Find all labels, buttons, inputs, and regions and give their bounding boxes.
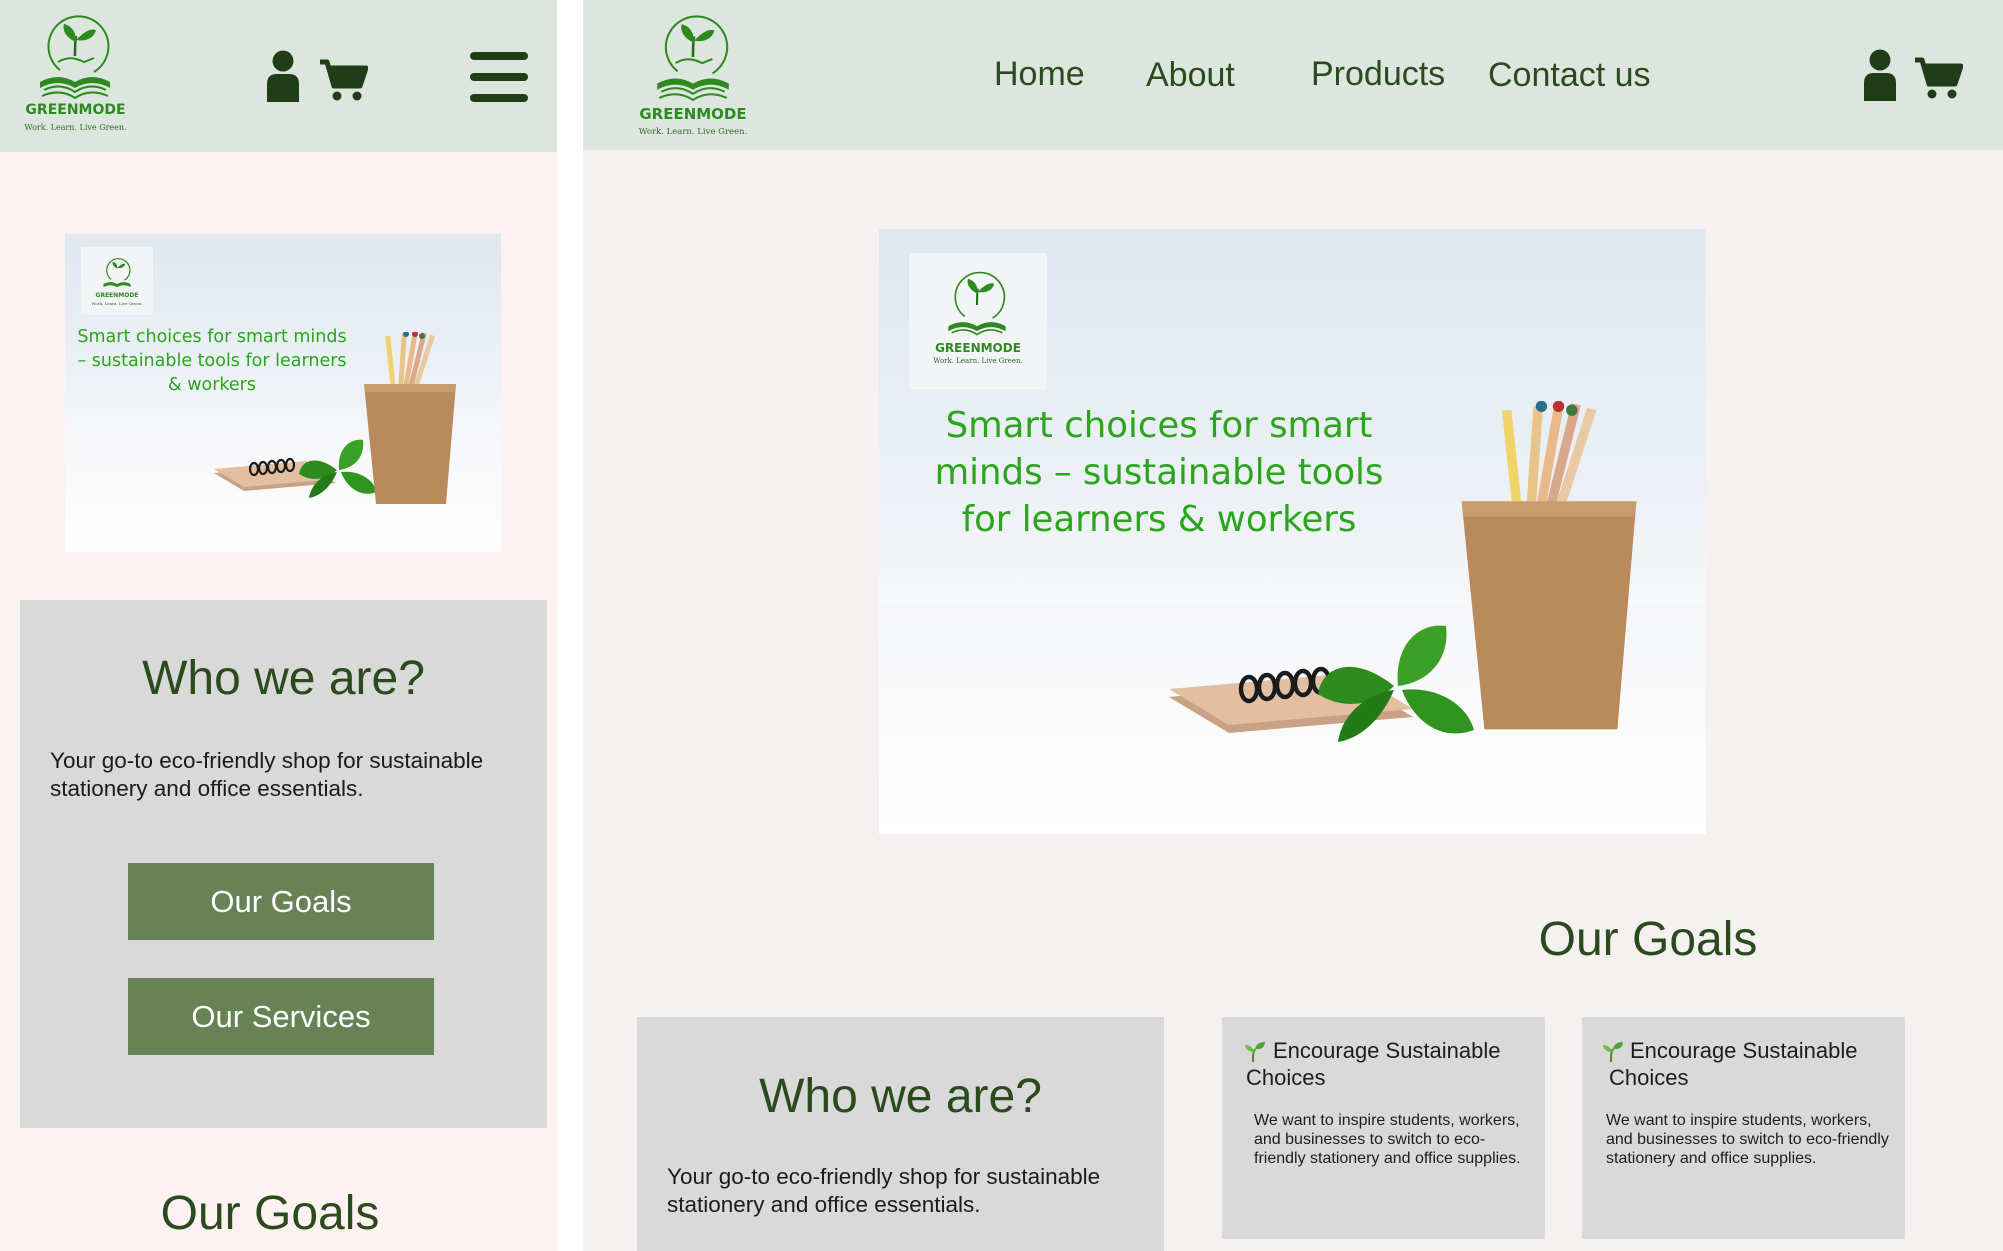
hero-banner: GREENMODE Work. Learn. Live Green. Smart… <box>65 234 501 552</box>
pencil-cup-illustration <box>364 332 456 504</box>
mobile-view: GREENMODE Work. Learn. Live Green. GREEN… <box>0 0 557 1251</box>
goal-card: Encourage Sustainable Choices We want to… <box>1222 1017 1545 1239</box>
leaf-book-logo-icon <box>40 15 110 100</box>
pencil-cup-illustration <box>1461 401 1637 730</box>
our-services-button[interactable]: Our Services <box>128 978 434 1055</box>
logo-tagline: Work. Learn. Live Green. <box>638 127 748 137</box>
who-we-are-text: Your go-to eco-friendly shop for sustain… <box>667 1164 1101 1217</box>
logo-tagline: Work. Learn. Live Green. <box>24 123 127 132</box>
goal-description: We want to inspire students, workers, an… <box>1606 1112 1889 1167</box>
leaf-book-logo-icon <box>948 271 1006 336</box>
our-goals-button[interactable]: Our Goals <box>128 863 434 940</box>
goal-title: Encourage Sustainable Choices <box>1609 1038 1858 1090</box>
cart-icon[interactable] <box>318 58 368 102</box>
hero-logo: GREENMODE Work. Learn. Live Green. <box>81 247 153 315</box>
logo-name: GREENMODE <box>639 105 747 123</box>
hero-logo-tagline: Work. Learn. Live Green. <box>91 301 143 306</box>
logo[interactable]: GREENMODE Work. Learn. Live Green. <box>633 12 753 140</box>
nav-home[interactable]: Home <box>994 55 1085 94</box>
hero-logo: GREENMODE Work. Learn. Live Green. <box>909 253 1047 389</box>
logo-name: GREENMODE <box>25 102 126 118</box>
leaf-book-logo-icon <box>103 258 131 288</box>
desktop-view: GREENMODE Work. Learn. Live Green. Home … <box>583 0 2003 1251</box>
mobile-header: GREENMODE Work. Learn. Live Green. <box>0 0 557 152</box>
hero-logo-name: GREENMODE <box>935 341 1021 355</box>
leaf-book-logo-icon <box>657 15 729 102</box>
nav-contact-us[interactable]: Contact us <box>1488 56 1651 95</box>
goal-title: Encourage Sustainable Choices <box>1246 1038 1501 1090</box>
nav-about[interactable]: About <box>1146 56 1235 95</box>
user-icon[interactable] <box>1863 49 1897 101</box>
who-we-are-title: Who we are? <box>142 652 425 705</box>
who-we-are-text: Your go-to eco-friendly shop for sustain… <box>50 748 484 801</box>
who-we-are-card: Who we are? Your go-to eco-friendly shop… <box>20 600 547 1128</box>
cart-icon[interactable] <box>1913 56 1963 100</box>
logo[interactable]: GREENMODE Work. Learn. Live Green. <box>18 12 133 138</box>
goal-card: Encourage Sustainable Choices We want to… <box>1582 1017 1905 1239</box>
hero-caption: Smart choices for smart minds – sustaina… <box>77 327 347 395</box>
hero-logo-name: GREENMODE <box>95 292 139 299</box>
our-goals-heading: Our Goals <box>160 1187 380 1240</box>
goal-description: We want to inspire students, workers, an… <box>1254 1112 1521 1167</box>
our-goals-heading: Our Goals <box>1538 913 1758 966</box>
desktop-header: GREENMODE Work. Learn. Live Green. Home … <box>583 0 2003 150</box>
user-icon[interactable] <box>266 50 300 102</box>
who-we-are-title: Who we are? <box>759 1070 1042 1123</box>
hero-logo-tagline: Work. Learn. Live Green. <box>933 357 1023 365</box>
nav-products[interactable]: Products <box>1311 55 1445 94</box>
who-we-are-card: Who we are? Your go-to eco-friendly shop… <box>637 1017 1164 1251</box>
hero-banner: GREENMODE Work. Learn. Live Green. Smart… <box>879 229 1706 834</box>
hamburger-menu-icon[interactable] <box>470 52 528 102</box>
hero-caption: Smart choices for smart minds – sustaina… <box>934 405 1384 540</box>
